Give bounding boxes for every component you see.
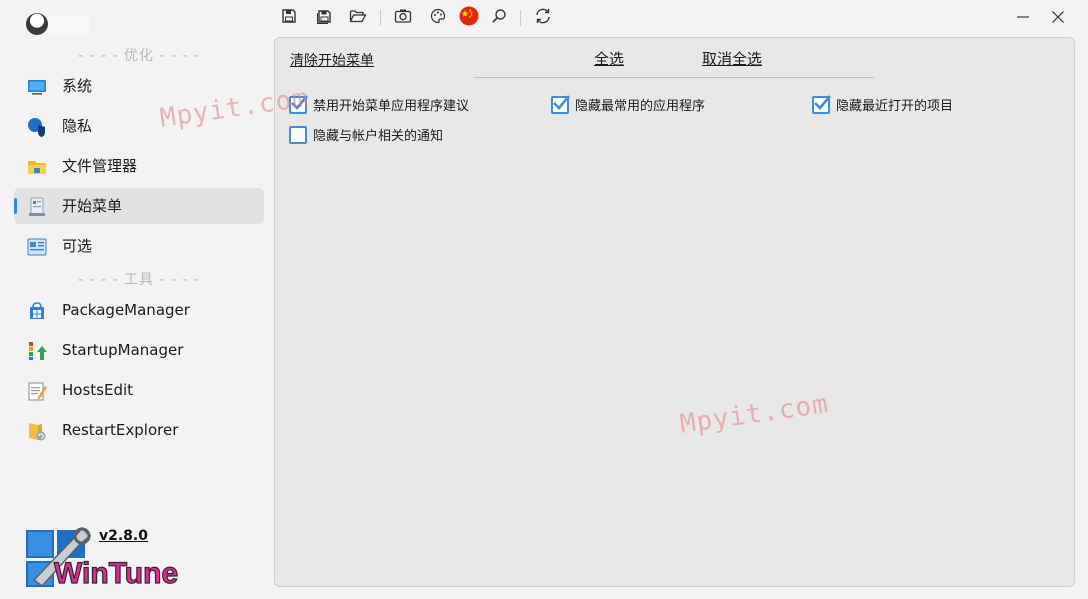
- app-name-placeholder: [48, 15, 90, 35]
- sidebar-item-label: 系统: [62, 77, 93, 95]
- version-link[interactable]: v2.8.0: [99, 528, 148, 544]
- app-avatar: [26, 13, 48, 35]
- save-icon: [281, 8, 297, 28]
- sidebar-item-startup-manager[interactable]: StartupManager: [14, 332, 264, 368]
- checkbox[interactable]: [289, 94, 308, 114]
- hosts-edit-icon: [26, 380, 48, 402]
- content-panel: [274, 37, 1075, 587]
- open-folder-icon: [349, 8, 367, 28]
- restart-explorer-icon: [26, 420, 48, 442]
- sidebar-item-system[interactable]: 系统: [14, 68, 264, 104]
- option-label: 禁用开始菜单应用程序建议: [313, 99, 470, 114]
- screenshot-icon: [394, 8, 412, 28]
- option-disable-app-suggestions[interactable]: 禁用开始菜单应用程序建议: [289, 94, 470, 114]
- package-manager-icon: [26, 300, 48, 322]
- svg-text:WinTune: WinTune: [54, 557, 178, 590]
- option-hide-account-notifications[interactable]: 隐藏与帐户相关的通知: [289, 125, 443, 144]
- search-icon: [491, 8, 507, 28]
- toolbar-divider: [380, 10, 381, 26]
- privacy-shield-icon: [26, 116, 48, 138]
- sidebar-item-label: RestartExplorer: [62, 421, 179, 439]
- sidebar-item-file-manager[interactable]: 文件管理器: [14, 148, 264, 184]
- language-button[interactable]: [459, 6, 479, 30]
- refresh-icon: [534, 7, 552, 29]
- open-folder-button[interactable]: [348, 8, 368, 28]
- sidebar-item-hosts-edit[interactable]: HostsEdit: [14, 372, 264, 408]
- checkbox[interactable]: [812, 94, 831, 114]
- close-button[interactable]: [1046, 6, 1070, 30]
- header-divider: [474, 77, 874, 78]
- section-title-tools: - - - - 工具 - - - -: [77, 272, 200, 288]
- minimize-button[interactable]: [1011, 6, 1035, 30]
- refresh-button[interactable]: [533, 8, 553, 28]
- sidebar-item-label: 开始菜单: [62, 197, 123, 215]
- sidebar-item-restart-explorer[interactable]: RestartExplorer: [14, 412, 264, 448]
- optional-features-icon: [26, 236, 48, 258]
- option-label: 隐藏最近打开的项目: [836, 99, 954, 114]
- option-hide-most-used-apps[interactable]: 隐藏最常用的应用程序: [551, 94, 706, 114]
- system-monitor-icon: [26, 76, 48, 98]
- sidebar-item-label: 隐私: [62, 117, 93, 135]
- sidebar-item-label: StartupManager: [62, 341, 184, 359]
- close-icon: [1051, 9, 1065, 28]
- palette-icon: [430, 8, 446, 28]
- sidebar-item-label: HostsEdit: [62, 381, 134, 399]
- language-flag-icon: [459, 6, 479, 30]
- checkbox[interactable]: [289, 125, 307, 144]
- minimize-icon: [1016, 9, 1030, 28]
- start-menu-icon: [26, 196, 48, 218]
- save-button[interactable]: [279, 8, 299, 28]
- save-all-button[interactable]: [314, 8, 334, 28]
- clear-start-menu-link[interactable]: 清除开始菜单: [290, 50, 374, 70]
- theme-button[interactable]: [428, 8, 448, 28]
- checkbox[interactable]: [551, 94, 570, 114]
- search-button[interactable]: [489, 8, 509, 28]
- startup-manager-icon: [26, 340, 48, 362]
- sidebar-item-start-menu[interactable]: 开始菜单: [14, 188, 264, 224]
- sidebar-item-privacy[interactable]: 隐私: [14, 108, 264, 144]
- file-explorer-icon: [26, 156, 48, 178]
- sidebar-item-label: PackageManager: [62, 301, 190, 319]
- option-label: 隐藏最常用的应用程序: [575, 99, 706, 114]
- save-all-icon: [316, 8, 332, 28]
- sidebar-item-label: 文件管理器: [62, 157, 138, 175]
- sidebar-item-label: 可选: [62, 237, 93, 255]
- sidebar-item-package-manager[interactable]: PackageManager: [14, 292, 264, 328]
- select-all-link[interactable]: 全选: [594, 48, 624, 69]
- option-label: 隐藏与帐户相关的通知: [313, 129, 444, 144]
- sidebar-item-optional[interactable]: 可选: [14, 228, 264, 264]
- section-title-optimize: - - - - 优化 - - - -: [77, 48, 200, 64]
- deselect-all-link[interactable]: 取消全选: [702, 48, 762, 69]
- option-hide-recent-items[interactable]: 隐藏最近打开的项目: [812, 94, 954, 114]
- toolbar-divider: [520, 10, 521, 26]
- screenshot-button[interactable]: [393, 8, 413, 28]
